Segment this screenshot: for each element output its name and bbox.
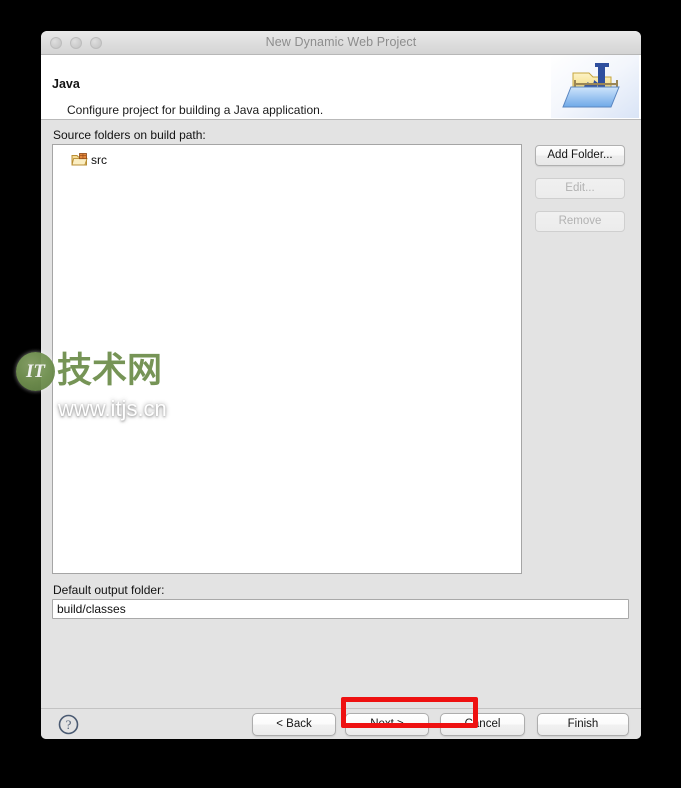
wizard-footer: ? < Back Next > Cancel Finish bbox=[41, 708, 641, 739]
remove-button[interactable]: Remove bbox=[535, 211, 625, 232]
help-question-icon[interactable]: ? bbox=[58, 714, 79, 735]
dialog-window: New Dynamic Web Project Java Configure p… bbox=[41, 31, 641, 739]
wizard-banner: Java Configure project for building a Ja… bbox=[41, 55, 641, 120]
source-folders-label: Source folders on build path: bbox=[53, 128, 206, 142]
wizard-body: Source folders on build path: src Add Fo… bbox=[41, 120, 641, 708]
output-folder-input[interactable] bbox=[52, 599, 629, 619]
finish-button[interactable]: Finish bbox=[537, 713, 629, 736]
source-folder-icon bbox=[71, 152, 88, 167]
screenshot-root: New Dynamic Web Project Java Configure p… bbox=[0, 0, 681, 788]
cancel-button[interactable]: Cancel bbox=[440, 713, 525, 736]
edit-button[interactable]: Edit... bbox=[535, 178, 625, 199]
output-folder-label: Default output folder: bbox=[53, 583, 165, 597]
java-folder-icon bbox=[551, 55, 639, 118]
source-folders-list[interactable]: src bbox=[52, 144, 522, 574]
svg-text:?: ? bbox=[66, 717, 72, 732]
list-item[interactable]: src bbox=[71, 151, 107, 168]
page-description: Configure project for building a Java ap… bbox=[67, 103, 324, 117]
window-title: New Dynamic Web Project bbox=[265, 35, 417, 49]
window-titlebar[interactable]: New Dynamic Web Project bbox=[41, 31, 641, 55]
add-folder-button[interactable]: Add Folder... bbox=[535, 145, 625, 166]
next-button[interactable]: Next > bbox=[345, 713, 429, 736]
back-button[interactable]: < Back bbox=[252, 713, 336, 736]
list-item-label: src bbox=[91, 152, 107, 167]
page-title: Java bbox=[52, 77, 80, 91]
